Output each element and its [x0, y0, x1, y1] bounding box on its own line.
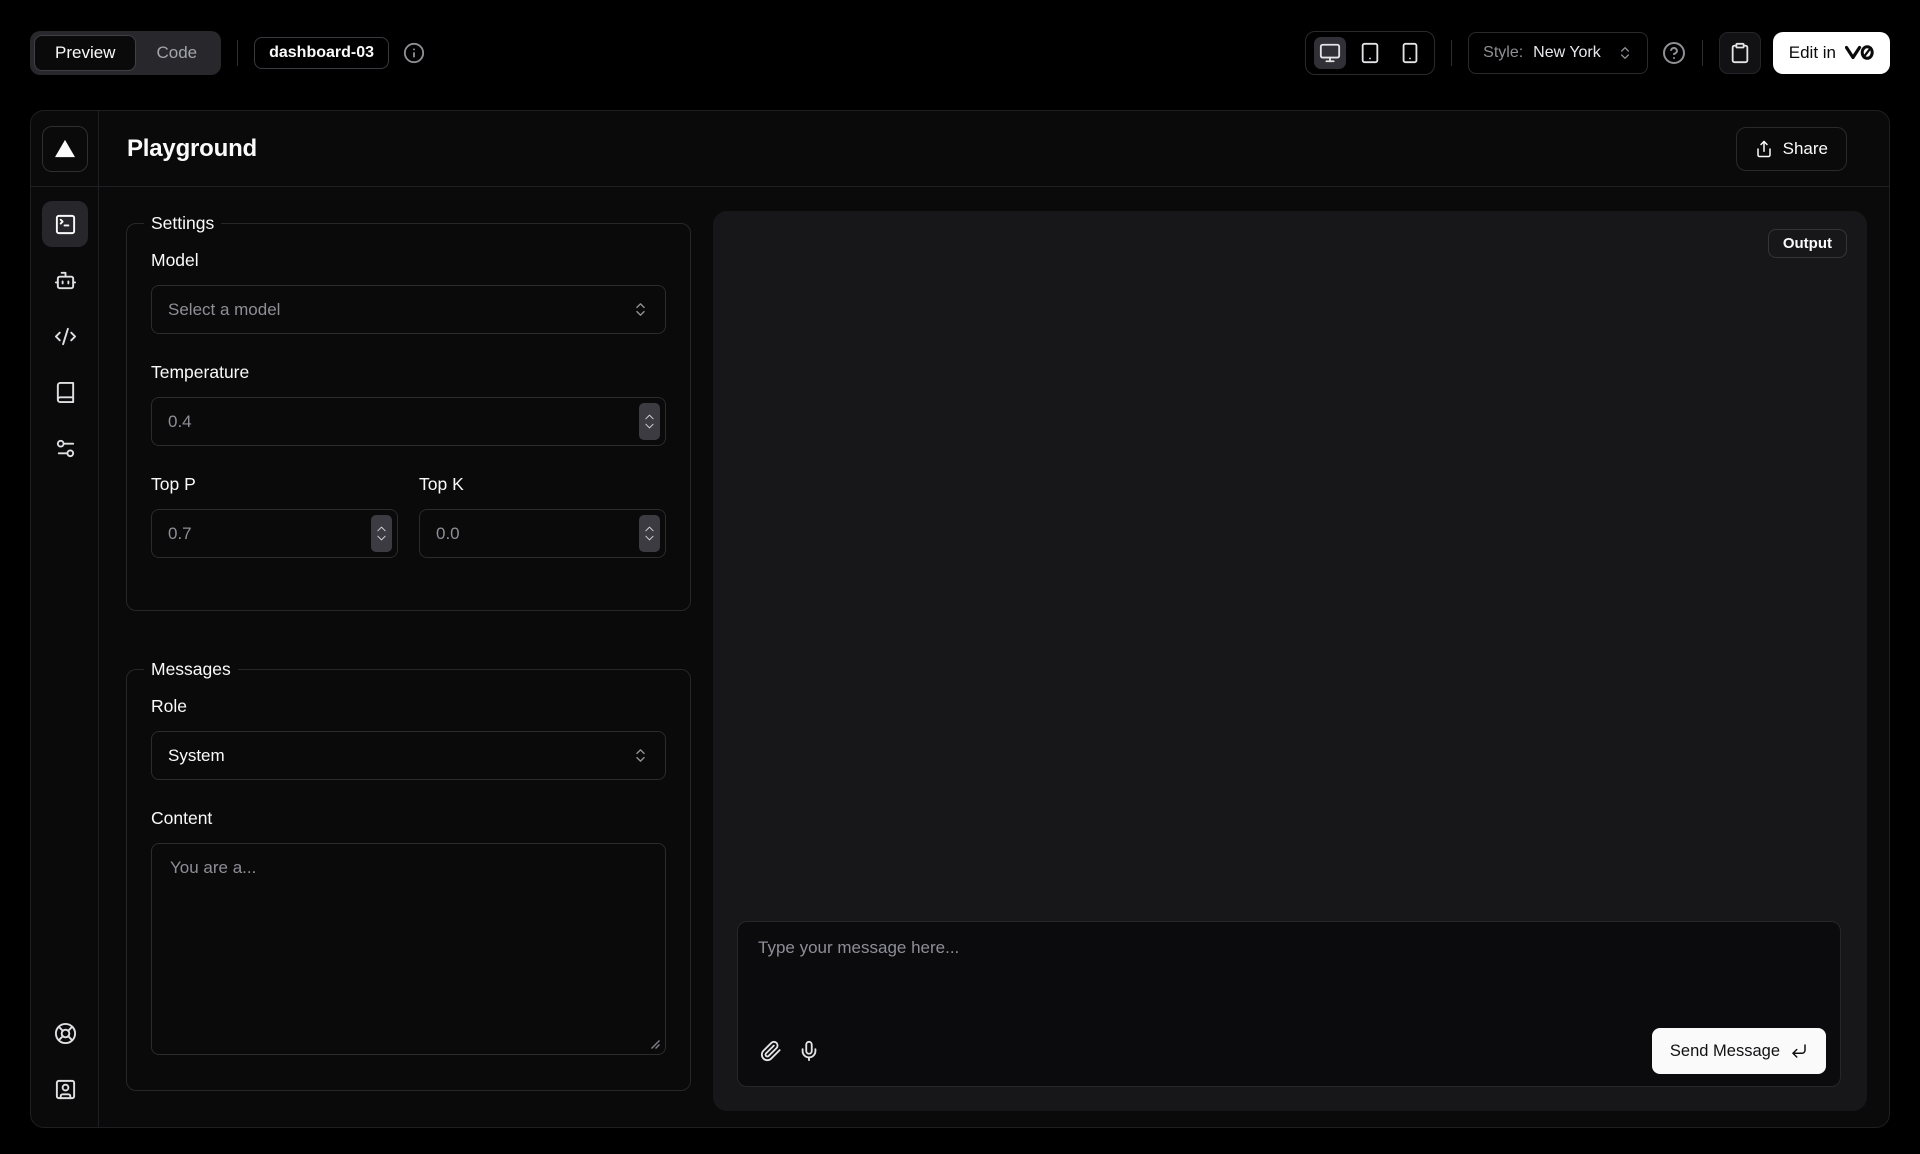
- sidebar-item-settings[interactable]: [42, 425, 88, 471]
- life-buoy-icon: [54, 1022, 77, 1045]
- model-select-placeholder: Select a model: [168, 300, 280, 320]
- share-button[interactable]: Share: [1736, 127, 1847, 171]
- separator: [237, 40, 238, 66]
- code-icon: [54, 325, 77, 348]
- style-select[interactable]: Style: New York: [1468, 32, 1648, 74]
- toolbar-left: Preview Code dashboard-03: [30, 31, 425, 75]
- edit-in-v0-button[interactable]: Edit in: [1773, 32, 1890, 74]
- temperature-field: [151, 397, 666, 446]
- copy-code-button[interactable]: [1719, 32, 1761, 74]
- resize-handle-icon[interactable]: [649, 1038, 661, 1050]
- top-p-field: [151, 509, 398, 558]
- style-select-label: Style:: [1483, 44, 1523, 62]
- icon-sidebar: [31, 111, 99, 1127]
- content-textarea[interactable]: [151, 843, 666, 1055]
- sidebar-item-account[interactable]: [42, 1066, 88, 1112]
- page-header: Playground: [99, 111, 1889, 187]
- preview-tab[interactable]: Preview: [34, 35, 136, 71]
- sidebar-item-models[interactable]: [42, 257, 88, 303]
- temperature-label: Temperature: [151, 362, 666, 383]
- bot-icon: [54, 269, 77, 292]
- content-label: Content: [151, 808, 666, 829]
- circle-help-icon[interactable]: [1662, 41, 1686, 65]
- toolbar-right: Style: New York Edit in: [1305, 31, 1890, 75]
- settings-legend: Settings: [144, 213, 221, 234]
- block-name-badge: dashboard-03: [254, 37, 389, 69]
- number-stepper[interactable]: [371, 515, 392, 552]
- top-k-label: Top K: [419, 474, 666, 495]
- square-user-icon: [54, 1078, 77, 1101]
- output-panel: Output Send Message: [713, 211, 1867, 1111]
- number-stepper[interactable]: [639, 515, 660, 552]
- monitor-icon[interactable]: [1314, 37, 1346, 69]
- top-k-field: [419, 509, 666, 558]
- content-field: [151, 843, 666, 1055]
- paperclip-icon: [760, 1040, 782, 1062]
- microphone-button[interactable]: [790, 1032, 828, 1070]
- device-preview-toggle: [1305, 31, 1435, 75]
- messages-legend: Messages: [144, 659, 238, 680]
- chevrons-up-down-icon: [632, 301, 649, 318]
- edit-in-v0-label: Edit in: [1789, 43, 1836, 63]
- attach-file-button[interactable]: [752, 1032, 790, 1070]
- role-select[interactable]: System: [151, 731, 666, 780]
- message-composer: Send Message: [737, 921, 1841, 1087]
- style-select-value: New York: [1533, 44, 1601, 62]
- sidebar-item-playground[interactable]: [42, 201, 88, 247]
- role-select-value: System: [168, 746, 225, 766]
- separator: [1702, 40, 1703, 66]
- top-toolbar: Preview Code dashboard-03 Style: New Yor…: [0, 0, 1920, 105]
- tablet-icon[interactable]: [1354, 37, 1386, 69]
- model-label: Model: [151, 250, 666, 271]
- model-select[interactable]: Select a model: [151, 285, 666, 334]
- message-input[interactable]: [738, 922, 1840, 1024]
- share-icon: [1755, 140, 1773, 158]
- view-toggle-group: Preview Code: [30, 31, 221, 75]
- corner-down-left-icon: [1790, 1042, 1808, 1060]
- temperature-input[interactable]: [151, 397, 666, 446]
- settings-fieldset: Settings Model Select a model Temperatur…: [126, 213, 691, 611]
- mic-icon: [798, 1040, 820, 1062]
- app-preview-panel: Playground Share Settings Model Select a…: [30, 110, 1890, 1128]
- sidebar-item-help[interactable]: [42, 1010, 88, 1056]
- role-label: Role: [151, 696, 666, 717]
- chevrons-up-down-icon: [632, 747, 649, 764]
- top-p-input[interactable]: [151, 509, 398, 558]
- square-terminal-icon: [54, 213, 77, 236]
- send-message-label: Send Message: [1670, 1042, 1780, 1061]
- page-title: Playground: [127, 135, 257, 163]
- smartphone-icon[interactable]: [1394, 37, 1426, 69]
- book-icon: [54, 381, 77, 404]
- v0-logo-icon: [1845, 45, 1874, 60]
- number-stepper[interactable]: [639, 403, 660, 440]
- sidebar-item-api[interactable]: [42, 313, 88, 359]
- share-label: Share: [1783, 139, 1828, 159]
- logo-container: [31, 111, 98, 187]
- messages-fieldset: Messages Role System Content: [126, 659, 691, 1091]
- separator: [1451, 40, 1452, 66]
- clipboard-icon: [1729, 42, 1751, 64]
- home-logo-button[interactable]: [42, 126, 88, 172]
- chevrons-up-down-icon: [1617, 45, 1633, 61]
- code-tab[interactable]: Code: [136, 35, 217, 71]
- send-message-button[interactable]: Send Message: [1652, 1028, 1826, 1074]
- top-k-input[interactable]: [419, 509, 666, 558]
- composer-toolbar: Send Message: [738, 1024, 1840, 1086]
- top-p-label: Top P: [151, 474, 398, 495]
- info-icon[interactable]: [403, 42, 425, 64]
- sidebar-item-documentation[interactable]: [42, 369, 88, 415]
- vercel-triangle-icon: [54, 139, 76, 159]
- settings-sliders-icon: [54, 437, 77, 460]
- output-badge: Output: [1768, 229, 1847, 258]
